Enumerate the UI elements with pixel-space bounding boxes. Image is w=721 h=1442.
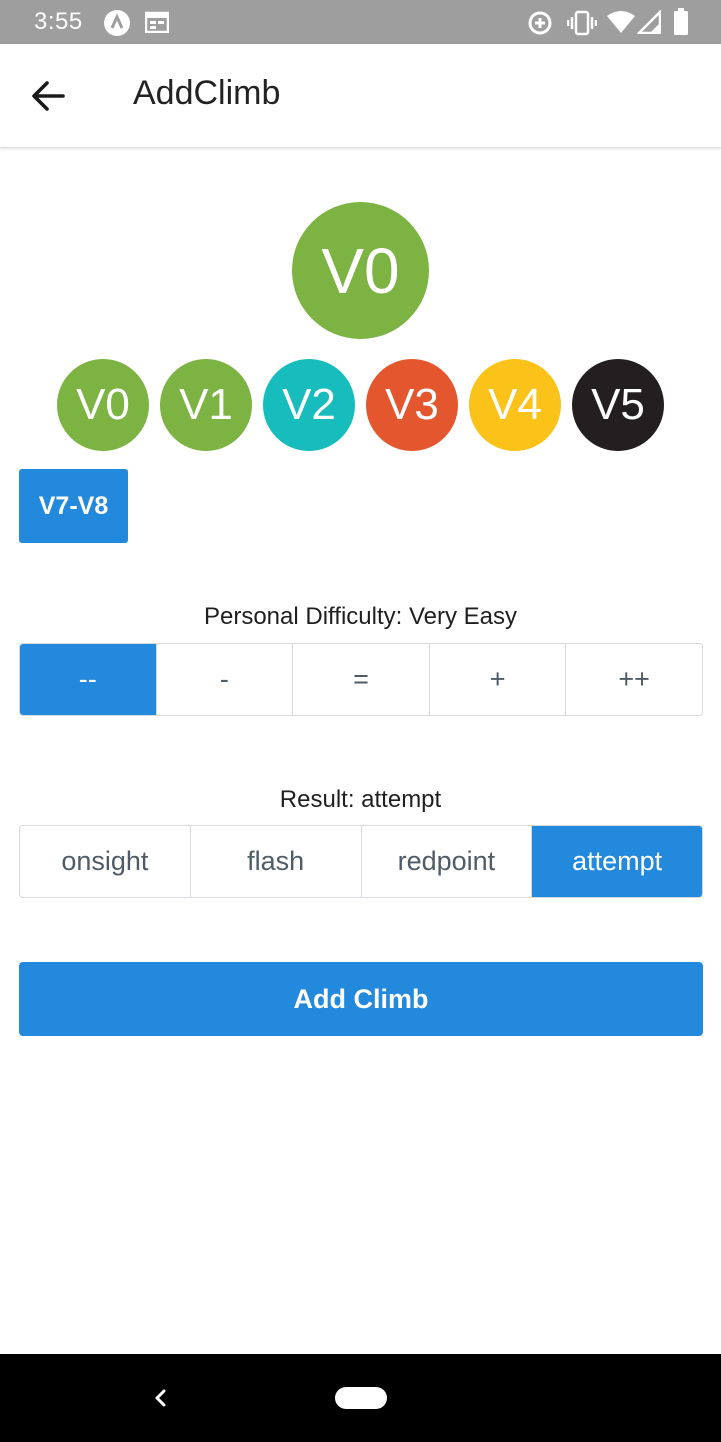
difficulty-option[interactable]: -- [20, 644, 157, 715]
app-icon [103, 9, 131, 42]
nav-back-button[interactable] [145, 1382, 175, 1414]
vibrate-icon [566, 10, 598, 41]
result-label: Result: attempt [279, 786, 442, 813]
result-option[interactable]: attempt [532, 826, 702, 897]
status-time: 3:55 [34, 8, 83, 35]
grade-option-label: V0 [76, 380, 130, 429]
grade-option-v5[interactable]: V5 [572, 359, 664, 451]
wifi-icon [606, 10, 636, 39]
difficulty-option[interactable]: - [156, 644, 294, 715]
add-climb-label: Add Climb [293, 983, 429, 1014]
difficulty-option[interactable]: + [429, 644, 567, 715]
battery-icon [673, 8, 689, 41]
chevron-left-icon [155, 1389, 166, 1407]
status-bar: 3:55 [0, 0, 721, 44]
add-climb-button[interactable]: Add Climb [19, 962, 703, 1036]
result-option[interactable]: flash [190, 826, 362, 897]
result-option[interactable]: redpoint [361, 826, 533, 897]
result-selector: onsight flash redpoint attempt [19, 825, 703, 898]
data-saver-icon [527, 10, 553, 41]
nav-home-button[interactable] [335, 1387, 387, 1414]
home-pill-icon [335, 1387, 387, 1409]
page-title: AddClimb [133, 74, 281, 112]
difficulty-label: Personal Difficulty: Very Easy [203, 603, 518, 630]
grade-option-label: V1 [179, 380, 233, 429]
grade-option-label: V2 [282, 380, 336, 429]
app-bar: AddClimb [0, 44, 721, 148]
grade-option-v1[interactable]: V1 [160, 359, 252, 451]
grade-range-button[interactable]: V7-V8 [19, 469, 128, 543]
selected-grade-badge: V0 [292, 202, 429, 339]
back-button[interactable] [18, 66, 78, 126]
result-option[interactable]: onsight [20, 826, 191, 897]
difficulty-option[interactable]: = [293, 644, 430, 715]
arrow-left-icon [32, 81, 65, 111]
selected-grade-label: V0 [321, 234, 400, 307]
grade-option-v0[interactable]: V0 [57, 359, 149, 451]
signal-icon [635, 8, 662, 39]
difficulty-selector: -- - = + ++ [19, 643, 703, 716]
grade-option-v3[interactable]: V3 [366, 359, 458, 451]
grade-option-label: V3 [385, 380, 439, 429]
grade-option-v2[interactable]: V2 [263, 359, 355, 451]
grade-option-v4[interactable]: V4 [469, 359, 561, 451]
grade-option-label: V5 [591, 380, 645, 429]
grade-option-label: V4 [488, 380, 542, 429]
grade-selector: V0 V1 V2 V3 V4 V5 [57, 359, 677, 451]
difficulty-option[interactable]: ++ [566, 644, 702, 715]
calendar-icon [144, 11, 170, 38]
grade-range-label: V7-V8 [38, 491, 109, 520]
